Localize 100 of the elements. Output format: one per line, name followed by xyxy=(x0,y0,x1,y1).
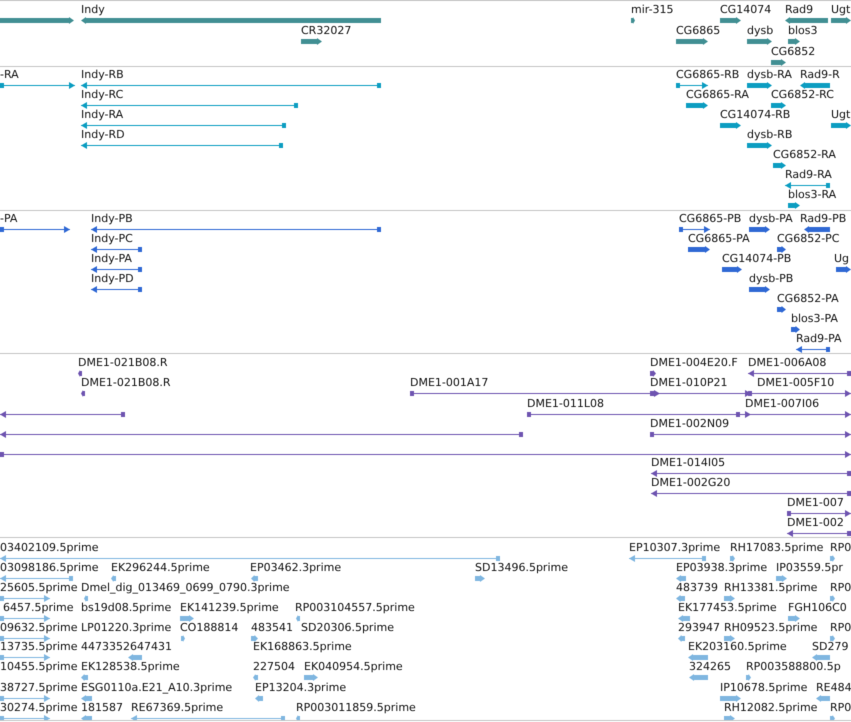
feature-label: 227504 xyxy=(253,660,295,673)
feature-label: EP03938.3prime xyxy=(676,561,768,574)
feature-label: DME1-021B08.R xyxy=(81,376,171,389)
feature-label: DME1-014I05 xyxy=(651,456,726,469)
feature-label: dysb-PA xyxy=(749,212,793,225)
feature-label: DME1-021B08.R xyxy=(78,356,168,369)
feature-label: -RA xyxy=(0,68,19,81)
feature-label: IP10678.5prime xyxy=(720,681,808,694)
feature-label: SD279 xyxy=(812,640,848,653)
feature-label: Indy xyxy=(81,3,105,16)
feature-label: DME1-002N09 xyxy=(650,417,730,430)
feature-label: CG6865-RB xyxy=(676,68,740,81)
feature-label: RP003104557.5prime xyxy=(295,601,415,614)
feature-label: CG6852-RA xyxy=(773,148,836,161)
feature-label: RP0 xyxy=(830,701,851,714)
feature-label: RP0 xyxy=(830,621,851,634)
feature-label: CG6852-PA xyxy=(777,292,839,305)
feature-label: DME1-007 xyxy=(787,496,844,509)
feature-label: CG6852-PC xyxy=(777,232,840,245)
feature-label: 25605.5prime xyxy=(0,581,78,594)
feature-label: 483739 xyxy=(676,581,718,594)
feature-label: EP03462.3prime xyxy=(250,561,342,574)
feature-label: 03402109.5prime xyxy=(0,541,99,554)
feature-label: EK168863.5prime xyxy=(253,640,352,653)
feature-label: ESG0110a.E21_A10.3prime xyxy=(81,681,232,694)
feature-label: DME1-011L08 xyxy=(527,397,604,410)
feature-label: RH12082.5prime xyxy=(724,701,818,714)
feature-label: 30274.5prime xyxy=(0,701,78,714)
feature-label: RE67369.5prime xyxy=(131,701,224,714)
feature-label: Indy-PB xyxy=(91,212,133,225)
feature-label: 324265 xyxy=(689,660,731,673)
feature-label: IP03559.5pr xyxy=(776,561,843,574)
feature-label: blos3-PA xyxy=(791,312,838,325)
feature-label: Indy-RA xyxy=(81,108,124,121)
feature-label: Indy-PA xyxy=(91,252,132,265)
feature-label: -PA xyxy=(0,212,18,225)
feature-label: DME1-005F10 xyxy=(757,376,834,389)
feature-label: Dmel_dig_013469_0699_0790.3prime xyxy=(81,581,290,594)
feature-label: CG6852 xyxy=(771,45,816,58)
feature-label: EK128538.5prime xyxy=(81,660,180,673)
feature-label: 483541 xyxy=(251,621,293,634)
feature-label: Indy-PD xyxy=(91,272,134,285)
feature-label: CG6865-PA xyxy=(688,232,750,245)
feature-label: Indy-RD xyxy=(81,128,125,141)
feature-label: RP0 xyxy=(830,541,851,554)
feature-label: 38727.5prime xyxy=(0,681,78,694)
feature-label: CG14074 xyxy=(720,3,772,16)
feature-label: dysb-RB xyxy=(747,128,792,141)
feature-label: Indy-RB xyxy=(81,68,124,81)
feature-label: EP13204.3prime xyxy=(255,681,346,694)
feature-label: Ugt xyxy=(831,3,850,16)
feature-label: EK203160.5prime xyxy=(688,640,787,653)
feature-label: Ug xyxy=(834,252,850,265)
feature-label: SD20306.5prime xyxy=(301,621,394,634)
feature-label: Indy-PC xyxy=(91,232,133,245)
feature-label: 4473352647431 xyxy=(81,640,172,653)
feature-label: bs19d08.5prime xyxy=(81,601,172,614)
feature-label: Rad9-PB xyxy=(800,212,846,225)
feature-label: EK177453.5prime xyxy=(678,601,777,614)
feature-label: Rad9 xyxy=(785,3,814,16)
feature-label: DME1-001A17 xyxy=(410,376,488,389)
feature-label: DME1-006A08 xyxy=(748,356,826,369)
feature-label: dysb-PB xyxy=(749,272,794,285)
feature-label: DME1-010P21 xyxy=(650,376,728,389)
feature-label: CG6865 xyxy=(676,24,720,37)
feature-label: blos3-RA xyxy=(788,188,836,201)
feature-label: 09632.5prime xyxy=(0,621,78,634)
feature-label: DME1-007I06 xyxy=(745,397,820,410)
feature-label: Ugt xyxy=(831,108,850,121)
feature-label: dysb xyxy=(747,24,774,37)
feature-label: DME1-002 xyxy=(787,516,844,529)
feature-label: DME1-004E20.F xyxy=(650,356,738,369)
feature-label: RP003011859.5prime xyxy=(296,701,416,714)
feature-label: 181587 xyxy=(81,701,123,714)
feature-label: 03098186.5prime xyxy=(0,561,99,574)
feature-label: RP003588800.5p xyxy=(746,660,841,673)
feature-label: CG14074-PB xyxy=(722,252,792,265)
feature-label: 10455.5prime xyxy=(0,660,78,673)
feature-label: EK040954.5prime xyxy=(304,660,403,673)
feature-label: Rad9-RA xyxy=(785,168,832,181)
feature-label: Rad9-R xyxy=(800,68,840,81)
feature-label: CG14074-RB xyxy=(720,108,790,121)
feature-label: RH13381.5prime xyxy=(724,581,818,594)
feature-label: 6457.5prime xyxy=(3,601,74,614)
feature-label: CG6865-PB xyxy=(679,212,742,225)
feature-label: Rad9-PA xyxy=(796,332,842,345)
feature-label: Indy-RC xyxy=(81,88,124,101)
feature-label: RH17083.5prime xyxy=(730,541,824,554)
feature-label: mir-315 xyxy=(631,3,674,16)
feature-label: CG6852-RC xyxy=(771,88,834,101)
feature-label: RE484 xyxy=(816,681,851,694)
feature-label: dysb-RA xyxy=(747,68,792,81)
feature-label: FGH106C0 xyxy=(788,601,847,614)
feature-label: blos3 xyxy=(788,24,818,37)
feature-label: CR32027 xyxy=(301,24,352,37)
feature-label: EK296244.5prime xyxy=(111,561,210,574)
feature-label: EK141239.5prime xyxy=(180,601,279,614)
feature-label: 13735.5prime xyxy=(0,640,78,653)
feature-label: CG6865-RA xyxy=(686,88,749,101)
feature-label: LP01220.3prime xyxy=(81,621,172,634)
